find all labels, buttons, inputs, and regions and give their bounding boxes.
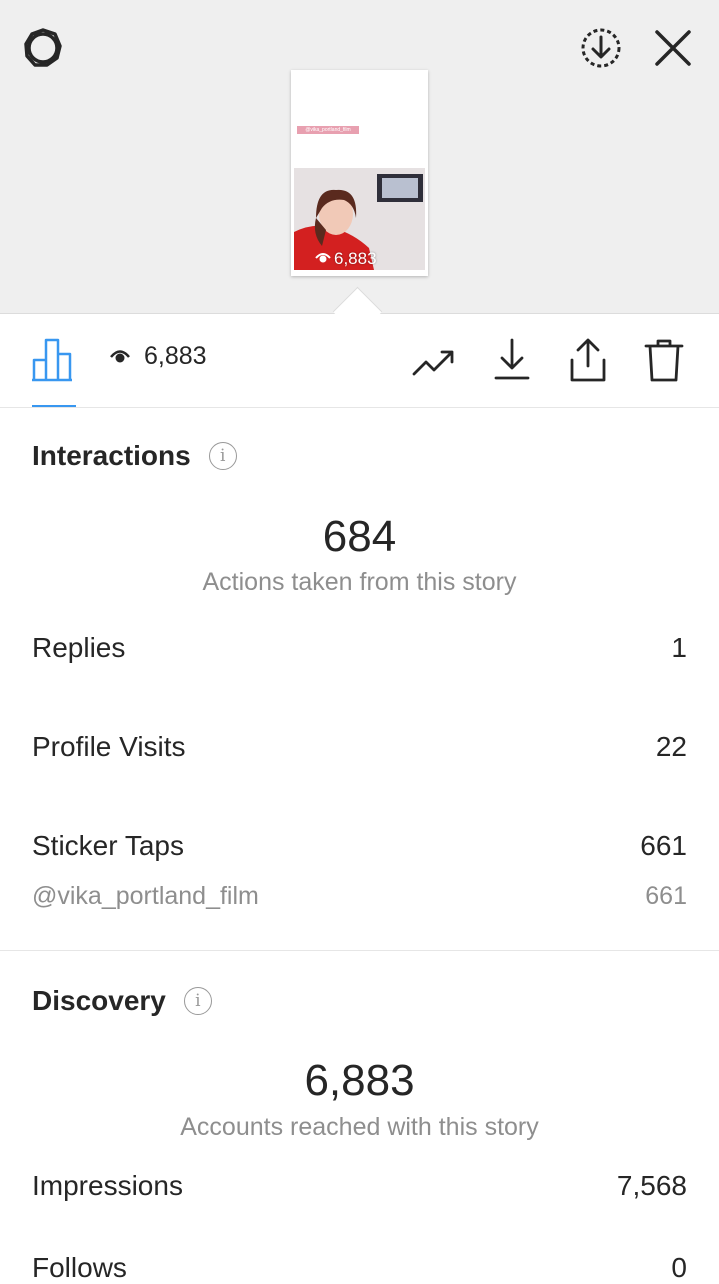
row-value: 0 <box>671 1252 687 1283</box>
eye-icon <box>110 342 130 371</box>
close-icon[interactable] <box>650 25 696 71</box>
promote-trend-icon[interactable] <box>410 340 458 384</box>
insights-bar-chart-icon[interactable] <box>30 336 78 384</box>
sticker-taps-row: Sticker Taps 661 <box>32 830 687 862</box>
settings-icon[interactable] <box>20 25 66 71</box>
impressions-row: Impressions 7,568 <box>32 1170 687 1202</box>
row-label: Follows <box>32 1252 127 1283</box>
info-icon[interactable]: i <box>183 987 212 1015</box>
story-preview-area: @vika_portland_film 6,883 <box>0 0 719 314</box>
discovery-caption: Accounts reached with this story <box>180 1113 539 1141</box>
row-value: 1 <box>671 632 687 663</box>
delete-trash-icon[interactable] <box>640 336 688 384</box>
row-value: 661 <box>645 882 687 910</box>
row-value: 7,568 <box>616 1170 687 1201</box>
mention-sticker: @vika_portland_film <box>297 126 359 134</box>
active-tab-indicator <box>32 405 76 407</box>
row-value: 22 <box>655 731 687 762</box>
discovery-total: 6,883 <box>304 1056 415 1105</box>
interactions-total: 684 <box>322 512 397 561</box>
replies-row: Replies 1 <box>32 632 687 664</box>
info-icon[interactable]: i <box>208 442 237 470</box>
download-icon[interactable] <box>488 336 536 384</box>
thumbnail-view-count: 6,883 <box>315 249 377 269</box>
interactions-caption: Actions taken from this story <box>202 568 517 596</box>
follows-row: Follows 0 <box>32 1252 687 1284</box>
discovery-title: Discovery <box>32 985 166 1016</box>
interactions-title: Interactions <box>32 440 191 471</box>
sticker-breakdown-row: @vika_portland_film 661 <box>32 882 687 911</box>
section-divider <box>0 950 719 951</box>
insights-toolbar: 6,883 <box>0 314 719 408</box>
row-value: 661 <box>640 830 687 861</box>
eye-icon <box>315 249 331 269</box>
save-story-icon[interactable] <box>578 25 624 71</box>
row-label: Profile Visits <box>32 731 186 762</box>
share-icon[interactable] <box>564 336 612 384</box>
profile-visits-row: Profile Visits 22 <box>32 731 687 763</box>
row-label: @vika_portland_film <box>32 882 259 910</box>
story-thumbnail[interactable]: @vika_portland_film 6,883 <box>291 70 428 276</box>
interactions-heading: Interactions i <box>32 440 237 472</box>
row-label: Replies <box>32 632 126 663</box>
toolbar-view-count: 6,883 <box>110 342 207 371</box>
row-label: Sticker Taps <box>32 830 184 861</box>
discovery-heading: Discovery i <box>32 985 212 1017</box>
row-label: Impressions <box>32 1170 183 1201</box>
